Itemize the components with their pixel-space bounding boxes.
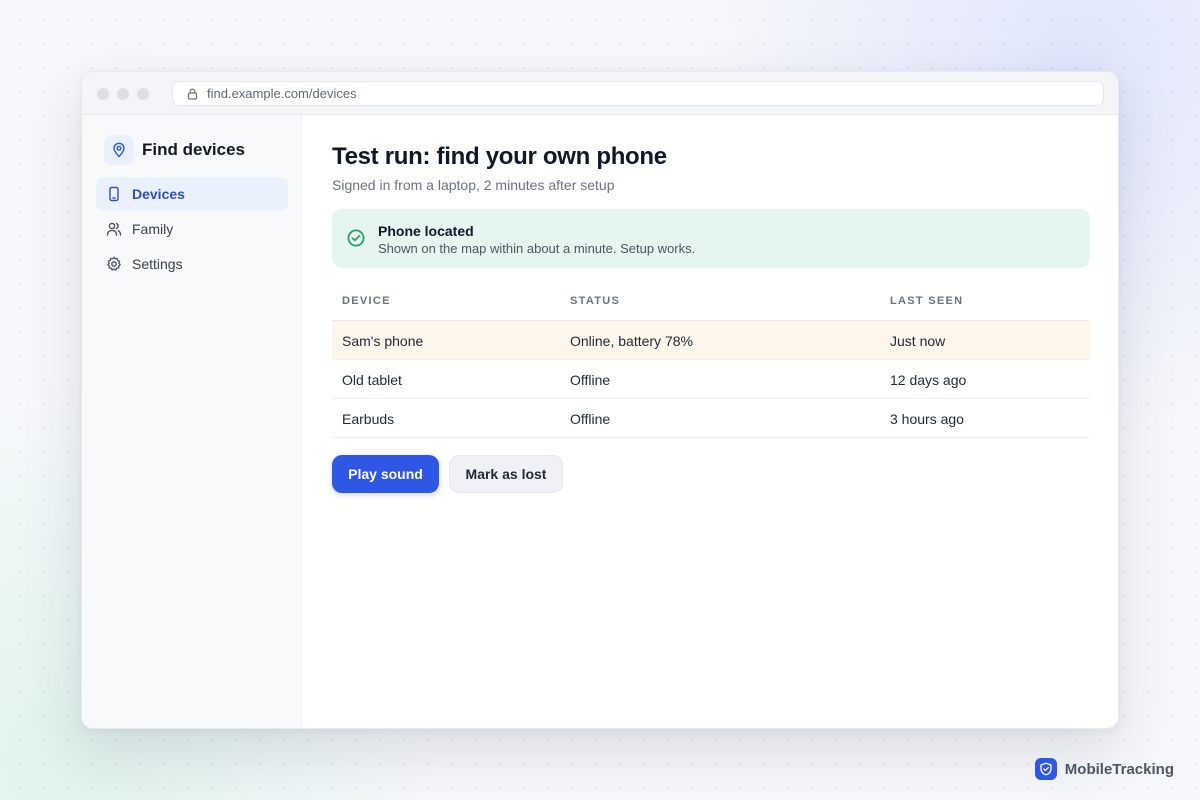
table-row[interactable]: Old tablet Offline 12 days ago — [332, 360, 1090, 399]
table-row[interactable]: Earbuds Offline 3 hours ago — [332, 399, 1090, 438]
device-status: Offline — [570, 411, 611, 427]
sidebar-item-settings[interactable]: Settings — [96, 247, 288, 281]
sidebar-item-label: Devices — [132, 186, 185, 202]
column-header-last-seen[interactable]: LAST SEEN — [890, 295, 963, 307]
sidebar-item-label: Family — [132, 221, 174, 237]
footer-brand-label: MobileTracking — [1064, 760, 1174, 778]
sidebar-brand: Find devices — [104, 135, 245, 165]
device-status: Offline — [570, 372, 611, 388]
sidebar-item-devices[interactable]: Devices — [96, 177, 288, 211]
device-status: Online, battery 78% — [570, 333, 693, 349]
device-last-seen: 3 hours ago — [890, 411, 964, 427]
mark-as-lost-button[interactable]: Mark as lost — [449, 455, 563, 493]
check-circle-icon — [347, 229, 365, 247]
phone-icon — [109, 186, 119, 202]
table-row[interactable]: Sam's phone Online, battery 78% Just now — [332, 321, 1090, 360]
footer-brand: MobileTracking — [1034, 758, 1174, 780]
device-name: Old tablet — [342, 372, 402, 388]
location-pin-icon — [104, 135, 134, 165]
alert-body: Shown on the map within about a minute. … — [378, 241, 696, 256]
device-last-seen: Just now — [890, 333, 946, 349]
sidebar-item-family[interactable]: Family — [96, 212, 288, 246]
play-sound-button[interactable]: Play sound — [332, 455, 439, 493]
device-name: Sam's phone — [342, 333, 424, 349]
alert-title: Phone located — [378, 223, 474, 239]
lock-icon — [187, 88, 198, 100]
url-text: find.example.com/devices — [207, 86, 357, 101]
shield-icon — [1034, 758, 1057, 780]
page-subtitle: Signed in from a laptop, 2 minutes after… — [332, 177, 615, 193]
success-alert: Phone located Shown on the map within ab… — [332, 209, 1090, 268]
window-minimize-dot[interactable] — [117, 88, 129, 100]
column-header-device[interactable]: DEVICE — [342, 295, 391, 307]
sidebar-brand-label: Find devices — [142, 140, 245, 159]
gear-icon — [107, 256, 121, 271]
device-last-seen: 12 days ago — [890, 372, 967, 388]
devices-table: DEVICE STATUS LAST SEEN Sam's phone Onli… — [332, 283, 1090, 438]
browser-chrome: find.example.com/devices — [82, 72, 1118, 115]
page-title: Test run: find your own phone — [332, 143, 667, 170]
column-header-status[interactable]: STATUS — [570, 295, 620, 307]
device-name: Earbuds — [342, 411, 395, 427]
users-icon — [106, 222, 122, 236]
table-header: DEVICE STATUS LAST SEEN — [332, 283, 1090, 321]
sidebar: Find devices Devices Family Settings — [82, 115, 302, 728]
sidebar-item-label: Settings — [132, 256, 183, 272]
window-close-dot[interactable] — [97, 88, 109, 100]
browser-window: find.example.com/devices Find devices De… — [81, 71, 1119, 729]
window-maximize-dot[interactable] — [137, 88, 149, 100]
address-bar[interactable]: find.example.com/devices — [172, 81, 1104, 106]
